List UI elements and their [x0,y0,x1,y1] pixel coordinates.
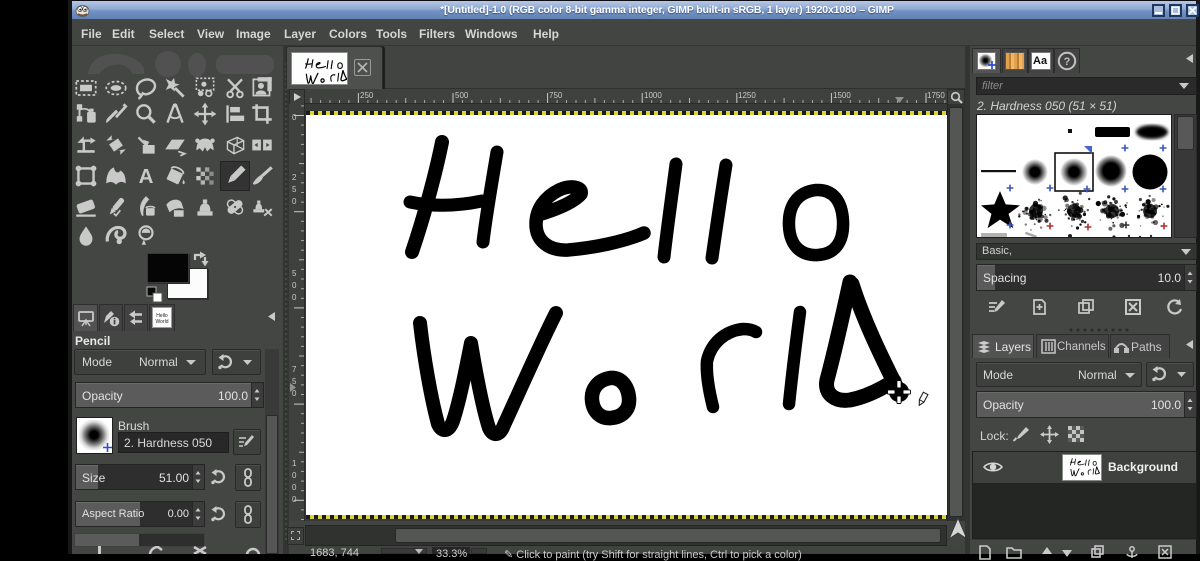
svg-text:1250: 1250 [738,91,756,100]
svg-text:0: 0 [292,471,297,480]
svg-text:World: World [156,319,169,325]
svg-text:0: 0 [292,281,297,290]
svg-text:0: 0 [292,293,297,302]
svg-text:1750: 1750 [927,91,945,100]
svg-text:1000: 1000 [644,91,662,100]
svg-text:1: 1 [292,459,297,468]
svg-text:1500: 1500 [833,91,851,100]
svg-text:750: 750 [549,91,563,100]
svg-text:0: 0 [292,483,297,492]
svg-text:500: 500 [455,91,469,100]
svg-text:5: 5 [292,185,297,194]
svg-text:0: 0 [292,389,297,398]
svg-text:5: 5 [292,377,297,386]
svg-text:0: 0 [292,197,297,206]
svg-text:A: A [139,165,154,188]
svg-text:0: 0 [292,113,297,122]
svg-text:250: 250 [360,91,374,100]
svg-text:?: ? [1064,56,1071,68]
svg-text:5: 5 [292,269,297,278]
svg-text:7: 7 [292,365,297,374]
svg-text:2: 2 [292,173,297,182]
svg-text:0: 0 [292,495,297,504]
